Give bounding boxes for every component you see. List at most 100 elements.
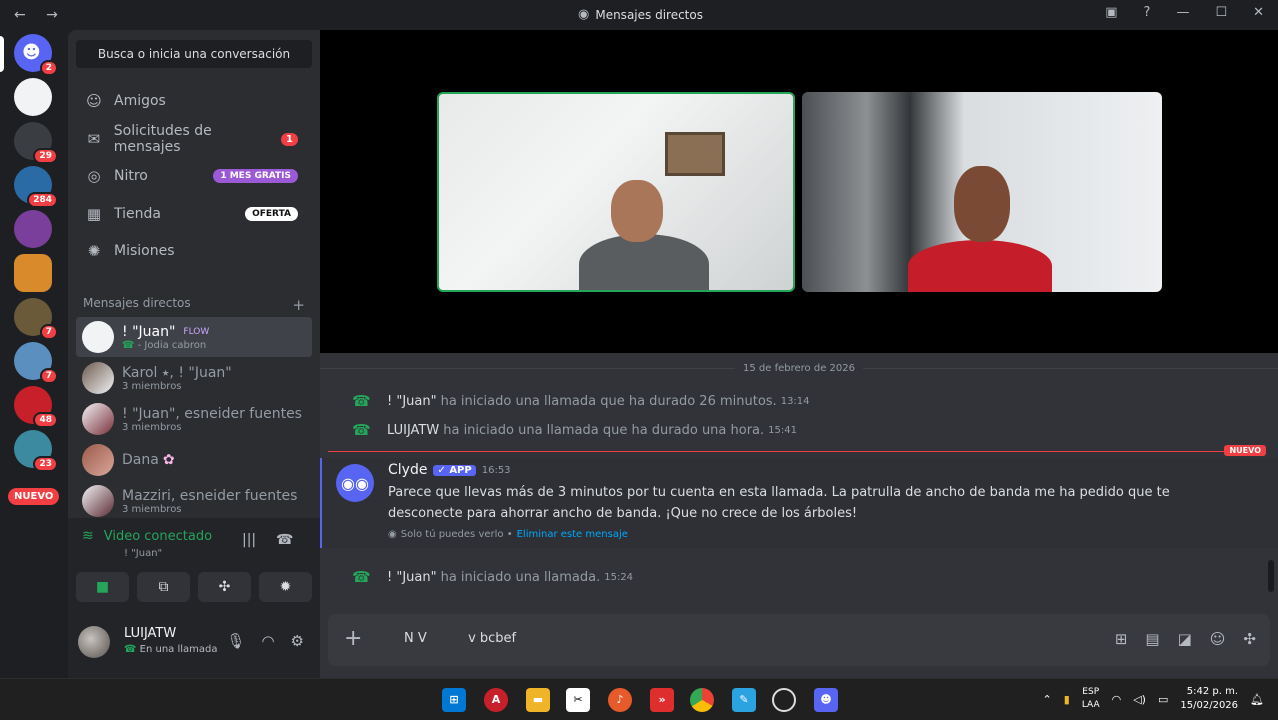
gift-icon[interactable]: ⊞ [1115, 630, 1128, 648]
avatar [82, 321, 114, 353]
server-icon[interactable]: 48 [14, 386, 58, 428]
minimize-button[interactable]: — [1176, 5, 1189, 20]
soundboard-button[interactable]: ✹ [259, 572, 312, 602]
language-indicator[interactable]: ESP LAA [1082, 686, 1100, 712]
offer-badge: OFERTA [245, 207, 298, 221]
nav-quests[interactable]: ✺ Misiones [76, 233, 312, 269]
disconnect-icon[interactable]: ☎ [276, 532, 293, 548]
phone-icon: ☎ [124, 644, 140, 655]
phone-icon: ☎ [122, 339, 138, 351]
selected-pill [0, 36, 4, 72]
username[interactable]: LUIJATW [124, 626, 176, 641]
emoji-icon[interactable]: ☺ [1210, 630, 1226, 648]
windows-start-icon[interactable]: ⊞ [442, 688, 466, 712]
app-icon[interactable]: A [484, 688, 508, 712]
shop-icon: ▦ [86, 205, 102, 223]
nav-shop[interactable]: ▦ Tienda OFERTA [76, 196, 312, 232]
video-tile[interactable] [437, 92, 795, 292]
sticker-icon[interactable]: ◪ [1178, 630, 1192, 648]
main-panel: 15 de febrero de 2026 ☎ ! "Juan" ha inic… [320, 30, 1278, 678]
headphones-icon[interactable]: ◠ [261, 632, 274, 650]
avatar[interactable] [78, 626, 110, 658]
screen-share-button[interactable]: ⧉ [137, 572, 190, 602]
help-icon[interactable]: ? [1144, 5, 1151, 20]
battery-icon[interactable]: ▭ [1158, 693, 1168, 706]
server-icon[interactable]: 7 [14, 342, 58, 384]
avatar[interactable]: ◉◉ [336, 464, 374, 502]
history-nav[interactable]: ← → [14, 7, 66, 23]
attach-plus-icon[interactable]: + [344, 626, 362, 652]
clyde-bot-icon: ◉◉ [341, 473, 369, 493]
dm-item[interactable]: Karol ⭑, ! "Juan" 3 miembros [76, 358, 312, 398]
app-icon[interactable]: ✎ [732, 688, 756, 712]
wall-frame [665, 132, 725, 176]
new-badge[interactable]: NUEVO [8, 488, 60, 505]
dm-item[interactable]: ! "Juan" FLOW ☎ - Jodia cabron [76, 317, 312, 357]
message-composer: + N V v bcbef ⊞ ▤ ◪ ☺ ✣ [328, 614, 1270, 666]
noise-suppression-icon[interactable]: ||| [242, 532, 256, 548]
video-tile[interactable] [802, 92, 1162, 292]
server-icon[interactable]: 29 [14, 122, 58, 164]
eye-icon: ◉ [388, 529, 397, 540]
avatar [82, 362, 114, 394]
clock[interactable]: 5:42 p. m. 15/02/2026 [1180, 685, 1238, 713]
server-icon[interactable]: 7 [14, 298, 58, 340]
capcut-icon[interactable]: ✂ [566, 688, 590, 712]
chevron-up-icon[interactable]: ⌃ [1043, 693, 1052, 706]
nav-nitro[interactable]: ◎ Nitro 1 MES GRATIS [76, 158, 312, 194]
add-dm-icon[interactable]: + [292, 296, 305, 314]
media-app-icon[interactable]: » [650, 688, 674, 712]
server-icon[interactable] [14, 254, 52, 292]
activities-button[interactable]: ✣ [198, 572, 251, 602]
fl-studio-icon[interactable]: ♪ [608, 688, 632, 712]
window-title: ◉ Mensajes directos [578, 7, 703, 22]
call-message: ☎ ! "Juan" ha iniciado una llamada. 15:2… [352, 568, 634, 586]
close-button[interactable]: ✕ [1253, 5, 1264, 20]
wifi-icon[interactable]: ◠ [1112, 693, 1122, 706]
dm-item[interactable]: Dana ✿ [76, 440, 312, 480]
participant-head [954, 166, 1010, 242]
voice-channel: ! "Juan" [124, 548, 163, 559]
search-input[interactable]: Busca o inicia una conversación [76, 40, 312, 68]
compass-icon: ✺ [87, 242, 101, 260]
mention-badge: 284 [27, 192, 58, 208]
microphone-icon[interactable]: 🎙︎ [226, 632, 245, 650]
file-explorer-icon[interactable]: ▬ [526, 688, 550, 712]
activities-icon: ✣ [218, 579, 231, 595]
voice-status[interactable]: Video conectado [104, 529, 212, 544]
voice-panel: ≋ Video conectado ! "Juan" ||| ☎ ■ ⧉ ✣ ✹ [68, 518, 320, 614]
window-controls: ▣ ? — ☐ ✕ [1105, 5, 1264, 20]
chrome-icon[interactable] [690, 688, 714, 712]
notification-bell-icon[interactable]: 🔔︎ [1250, 693, 1264, 706]
dm-sidebar: Busca o inicia una conversación ☺ Amigos… [68, 30, 320, 678]
ephemeral-note: ◉ Solo tú puedes verlo • Eliminar este m… [388, 529, 628, 540]
home-button[interactable]: ☻ 2 [14, 34, 58, 76]
video-call-area [320, 30, 1278, 353]
apps-icon[interactable]: ✣ [1243, 630, 1256, 648]
nav-friends[interactable]: ☺ Amigos [76, 83, 312, 119]
server-icon[interactable]: 284 [14, 166, 58, 208]
obs-icon[interactable] [772, 688, 796, 712]
user-panel: LUIJATW ☎ En una llamada 🎙︎ ◠ ⚙ [68, 614, 320, 678]
dm-item[interactable]: Mazziri, esneider fuentes 3 miembros [76, 481, 312, 521]
scrollbar[interactable] [1268, 560, 1274, 592]
server-icon[interactable] [14, 210, 52, 248]
dismiss-message-link[interactable]: Eliminar este mensaje [517, 529, 628, 540]
maximize-button[interactable]: ☐ [1215, 5, 1227, 20]
message-input[interactable]: N V v bcbef [404, 631, 516, 646]
promo-badge: 1 MES GRATIS [213, 169, 298, 183]
dm-item[interactable]: ! "Juan", esneider fuentes 3 miembros [76, 399, 312, 439]
inbox-icon[interactable]: ▣ [1105, 5, 1117, 20]
settings-gear-icon[interactable]: ⚙ [291, 632, 304, 650]
phone-icon: ☎ [352, 568, 371, 586]
volume-icon[interactable]: ◁) [1133, 693, 1146, 706]
taskbar: ⊞ A ▬ ✂ ♪ » ✎ ☻ ⌃ ▮ ESP LAA ◠ ◁) ▭ 5:42 … [0, 678, 1278, 720]
server-icon[interactable] [14, 78, 52, 116]
gif-icon[interactable]: ▤ [1145, 630, 1159, 648]
camera-button[interactable]: ■ [76, 572, 129, 602]
nav-message-requests[interactable]: ✉ Solicitudes de mensajes 1 [76, 121, 312, 157]
author-name[interactable]: Clyde [388, 462, 427, 478]
microphone-icon[interactable]: ▮ [1064, 693, 1070, 706]
server-icon[interactable]: 23 [14, 430, 58, 472]
discord-taskbar-icon[interactable]: ☻ [814, 688, 838, 712]
